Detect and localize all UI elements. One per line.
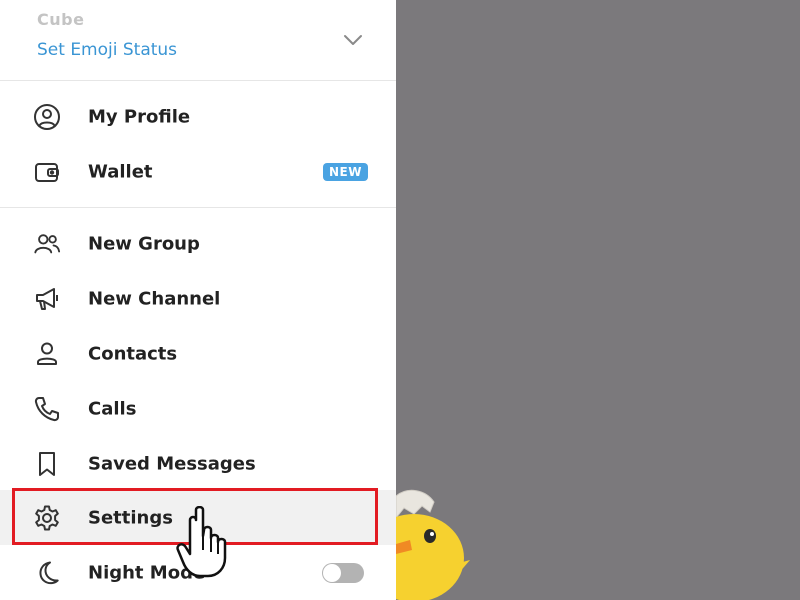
menu-item-new-channel[interactable]: New Channel [0, 271, 396, 326]
menu-item-label: Wallet [88, 161, 153, 182]
megaphone-icon [33, 285, 61, 313]
menu-item-label: Contacts [88, 343, 178, 364]
night-mode-toggle[interactable] [322, 562, 364, 583]
menu-item-label: New Group [88, 233, 200, 254]
divider [0, 80, 396, 81]
moon-icon [33, 559, 61, 587]
hand-cursor-icon [176, 506, 227, 578]
menu-item-label: New Channel [88, 288, 221, 309]
duck-sticker-image [396, 489, 470, 600]
menu-item-label: Calls [88, 398, 137, 419]
divider [0, 207, 396, 208]
toggle-knob [323, 563, 341, 582]
gear-icon [33, 504, 61, 532]
bookmark-icon [33, 450, 61, 478]
new-badge: NEW [323, 162, 368, 181]
menu-item-wallet[interactable]: Wallet NEW [0, 144, 396, 199]
profile-icon [33, 103, 61, 131]
wallet-icon [33, 158, 61, 186]
contacts-icon [33, 340, 61, 368]
set-emoji-status-link[interactable]: Set Emoji Status [37, 40, 177, 60]
menu-header: Cube Set Emoji Status [0, 0, 396, 80]
menu-item-label: Settings [88, 507, 173, 528]
menu-item-saved-messages[interactable]: Saved Messages [0, 436, 396, 491]
menu-item-contacts[interactable]: Contacts [0, 326, 396, 381]
menu-item-label: Saved Messages [88, 453, 256, 474]
phone-icon [33, 395, 61, 423]
menu-item-new-group[interactable]: New Group [0, 216, 396, 271]
menu-item-label: My Profile [88, 106, 191, 127]
menu-item-calls[interactable]: Calls [0, 381, 396, 436]
group-icon [33, 230, 61, 258]
menu-item-my-profile[interactable]: My Profile [0, 89, 396, 144]
user-name: Cube [37, 10, 85, 29]
chevron-down-icon[interactable] [340, 28, 366, 52]
